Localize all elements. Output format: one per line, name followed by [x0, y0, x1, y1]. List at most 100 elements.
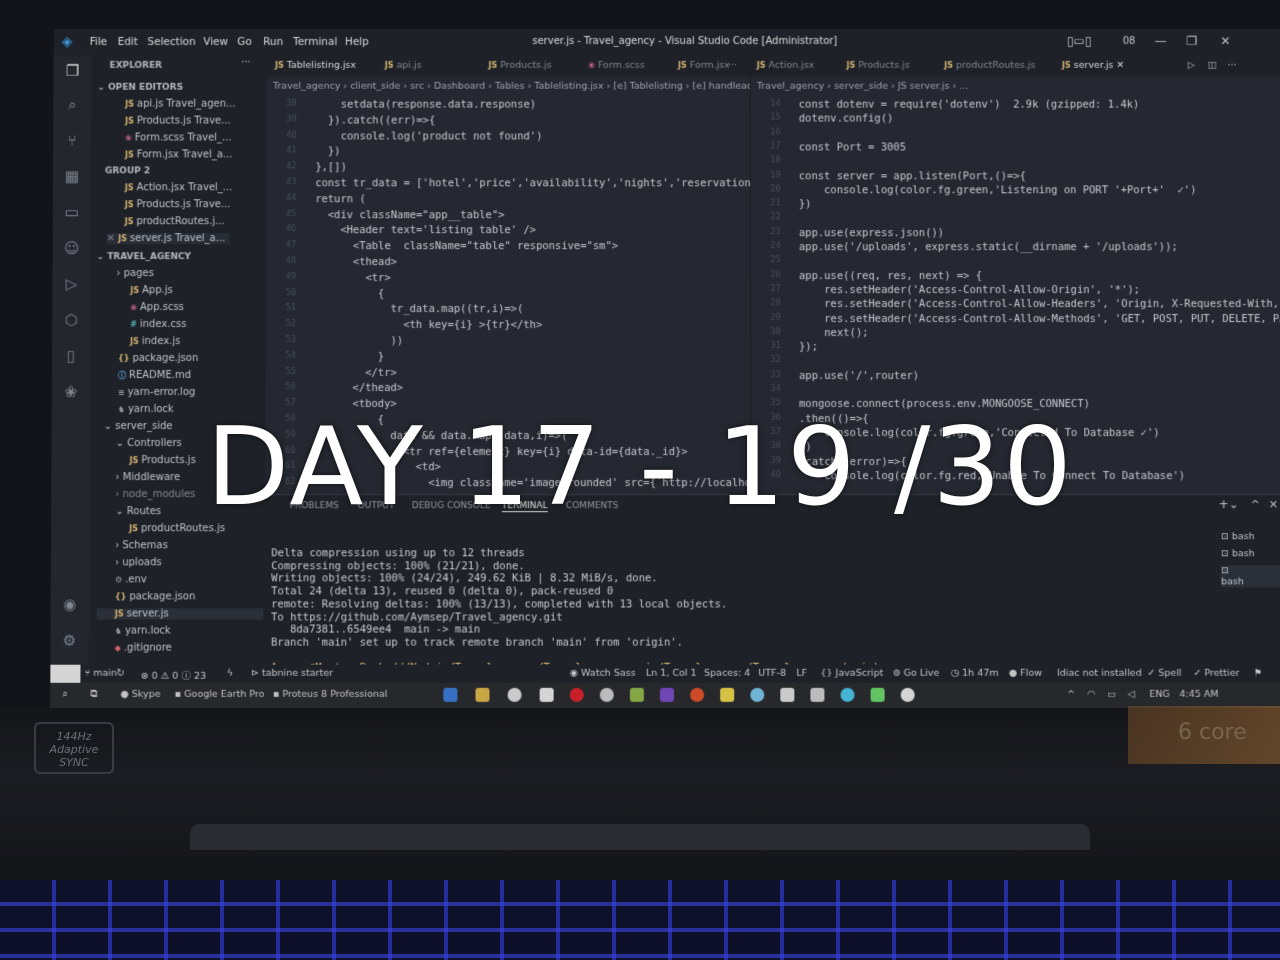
- open-editor-item[interactable]: ❀ Form.scss Travel_...: [125, 133, 231, 144]
- paw-icon[interactable]: ❀: [61, 382, 81, 402]
- layout-toggle-icon[interactable]: ▯▭▯: [1067, 34, 1092, 48]
- task-view-icon[interactable]: ⧉: [90, 689, 97, 700]
- shield-icon[interactable]: [540, 688, 554, 702]
- tab-form-jsx[interactable]: JS Form.jsx: [678, 60, 730, 71]
- tree-file[interactable]: ⚙ .env: [115, 574, 147, 585]
- app7-icon[interactable]: [871, 688, 885, 702]
- open-editor-item[interactable]: JS api.js Travel_agen...: [125, 99, 235, 110]
- tab-form-scss[interactable]: ❀ Form.scss: [588, 60, 645, 71]
- tabnine-indicator[interactable]: ⊳ tabnine starter: [251, 668, 333, 679]
- tree-file[interactable]: ≡ yarn-error.log: [118, 387, 195, 398]
- cursor-position[interactable]: Ln 1, Col 1: [646, 668, 697, 679]
- menu-file[interactable]: File: [90, 36, 108, 48]
- visual-studio-icon[interactable]: [660, 688, 674, 702]
- more-tabs-icon[interactable]: ···: [728, 60, 737, 71]
- time-tracker[interactable]: ◷ 1h 47m: [951, 668, 999, 679]
- app4-icon[interactable]: [780, 688, 794, 702]
- clock[interactable]: 4:45 AM: [1179, 689, 1218, 700]
- terminal-instance-active[interactable]: ⊡ bash: [1221, 565, 1280, 587]
- encoding[interactable]: UTF-8: [758, 668, 786, 679]
- chrome-icon[interactable]: [508, 688, 522, 702]
- open-editor-item[interactable]: JS Form.jsx Travel_a...: [125, 149, 232, 160]
- close-editor-icon[interactable]: ✕: [107, 233, 119, 244]
- tree-file[interactable]: # index.css: [130, 319, 186, 330]
- open-editor-item[interactable]: JS Products.js Trave...: [125, 116, 231, 127]
- settings-gear-icon[interactable]: ⚙: [60, 631, 80, 651]
- tree-file[interactable]: {} package.json: [118, 353, 198, 364]
- group2-editor-item-active[interactable]: ✕ JS server.js Travel_a...: [107, 233, 230, 244]
- watch-sass-button[interactable]: ◉ Watch Sass: [570, 668, 636, 679]
- tree-file[interactable]: ♞ yarn.lock: [115, 626, 171, 637]
- taskbar-app-proteus[interactable]: ▪ Proteus 8 Professional: [273, 689, 388, 700]
- vscode-taskbar-icon[interactable]: [443, 688, 457, 702]
- container-icon[interactable]: ⬡: [61, 310, 81, 330]
- opera-icon[interactable]: [570, 688, 584, 702]
- app5-icon[interactable]: [810, 688, 824, 702]
- maximize-icon[interactable]: ❐: [1186, 34, 1197, 48]
- bookmark-icon[interactable]: ▯: [61, 346, 81, 366]
- left-breadcrumb[interactable]: Travel_agency › client_side › src › Dash…: [273, 81, 770, 92]
- taskbar-app-google-earth[interactable]: ▪ Google Earth Pro: [175, 689, 265, 700]
- tab-tablelisting[interactable]: JS Tablelisting.jsx: [275, 60, 356, 71]
- more-actions-icon[interactable]: ···: [241, 57, 251, 68]
- app8-icon[interactable]: [901, 688, 915, 702]
- split-editor-icon[interactable]: ◫: [1208, 60, 1217, 71]
- github-icon[interactable]: ☺: [62, 238, 82, 258]
- app-icon[interactable]: [600, 688, 614, 702]
- tree-folder[interactable]: › pages: [116, 268, 153, 279]
- tab-api[interactable]: JS api.js: [385, 60, 422, 71]
- tab-products[interactable]: JS Products.js: [488, 60, 551, 71]
- tab-action[interactable]: JS Action.jsx: [757, 60, 815, 71]
- menu-help[interactable]: Help: [345, 36, 369, 48]
- close-tab-icon[interactable]: ✕: [1116, 60, 1124, 71]
- search-taskbar-icon[interactable]: ⌕: [62, 689, 67, 700]
- close-icon[interactable]: ✕: [1220, 34, 1230, 48]
- app6-icon[interactable]: [840, 688, 854, 702]
- flow-indicator[interactable]: ● Flow: [1009, 668, 1042, 679]
- end-of-line[interactable]: LF: [796, 668, 807, 679]
- image-app-icon[interactable]: [630, 688, 644, 702]
- prettier-indicator[interactable]: ✓ Prettier: [1193, 668, 1239, 679]
- notifications-icon[interactable]: ⚑: [1254, 668, 1263, 679]
- language-mode[interactable]: {} JavaScript: [820, 668, 883, 679]
- file-explorer-icon[interactable]: [475, 688, 489, 702]
- group2-editor-item[interactable]: JS Products.js Trave...: [125, 199, 231, 210]
- menu-run[interactable]: Run: [263, 36, 283, 48]
- tree-file[interactable]: {} package.json: [115, 591, 195, 602]
- terminal-instance[interactable]: ⊡ bash: [1221, 531, 1255, 542]
- run-icon[interactable]: ▷: [1188, 60, 1195, 71]
- account-icon[interactable]: ◉: [60, 594, 80, 614]
- go-live-button[interactable]: ⊚ Go Live: [893, 668, 940, 679]
- taskbar-app-skype[interactable]: ● Skype: [120, 689, 160, 700]
- idex-indicator[interactable]: Idiac not installed: [1057, 668, 1142, 679]
- tab-productroutes[interactable]: JS productRoutes.js: [944, 60, 1035, 71]
- open-editors-header[interactable]: ⌄ OPEN EDITORS: [97, 83, 183, 93]
- more-actions-right-icon[interactable]: ···: [1227, 60, 1236, 71]
- extensions-icon[interactable]: ▦: [62, 166, 82, 186]
- right-breadcrumb[interactable]: Travel_agency › server_side › JS server.…: [757, 81, 969, 92]
- tab-server-js[interactable]: JS server.js ✕: [1062, 60, 1124, 71]
- sync-icon[interactable]: ↻: [117, 668, 125, 679]
- spell-indicator[interactable]: ✓ Spell: [1147, 668, 1181, 679]
- tree-file[interactable]: JS App.js: [130, 285, 172, 296]
- branch-indicator[interactable]: ⑂ main: [84, 668, 117, 679]
- group2-editor-item[interactable]: JS productRoutes.j...: [125, 216, 225, 227]
- indentation[interactable]: Spaces: 4: [704, 668, 750, 679]
- wifi-icon[interactable]: ◠: [1087, 689, 1095, 700]
- menu-go[interactable]: Go: [237, 36, 252, 48]
- tree-file-active[interactable]: JS server.js: [97, 608, 263, 619]
- menu-view[interactable]: View: [203, 36, 228, 48]
- tree-file[interactable]: ⓘ README.md: [118, 370, 191, 381]
- source-control-icon[interactable]: ⑂: [62, 131, 82, 151]
- terminal-instance[interactable]: ⊡ bash: [1221, 548, 1255, 559]
- tray-chevron-icon[interactable]: ^: [1067, 689, 1075, 700]
- tab-products-right[interactable]: JS Products.js: [847, 60, 910, 71]
- tree-folder[interactable]: › uploads: [115, 557, 162, 568]
- project-header[interactable]: ⌄ TRAVEL_AGENCY: [97, 252, 192, 262]
- minimize-icon[interactable]: —: [1155, 34, 1167, 48]
- search-icon[interactable]: ⌕: [62, 95, 82, 115]
- volume-icon[interactable]: ◁: [1127, 689, 1134, 700]
- tree-file[interactable]: ❀ App.scss: [130, 302, 184, 313]
- tree-file[interactable]: JS index.js: [130, 336, 180, 347]
- notes-icon[interactable]: [720, 688, 734, 702]
